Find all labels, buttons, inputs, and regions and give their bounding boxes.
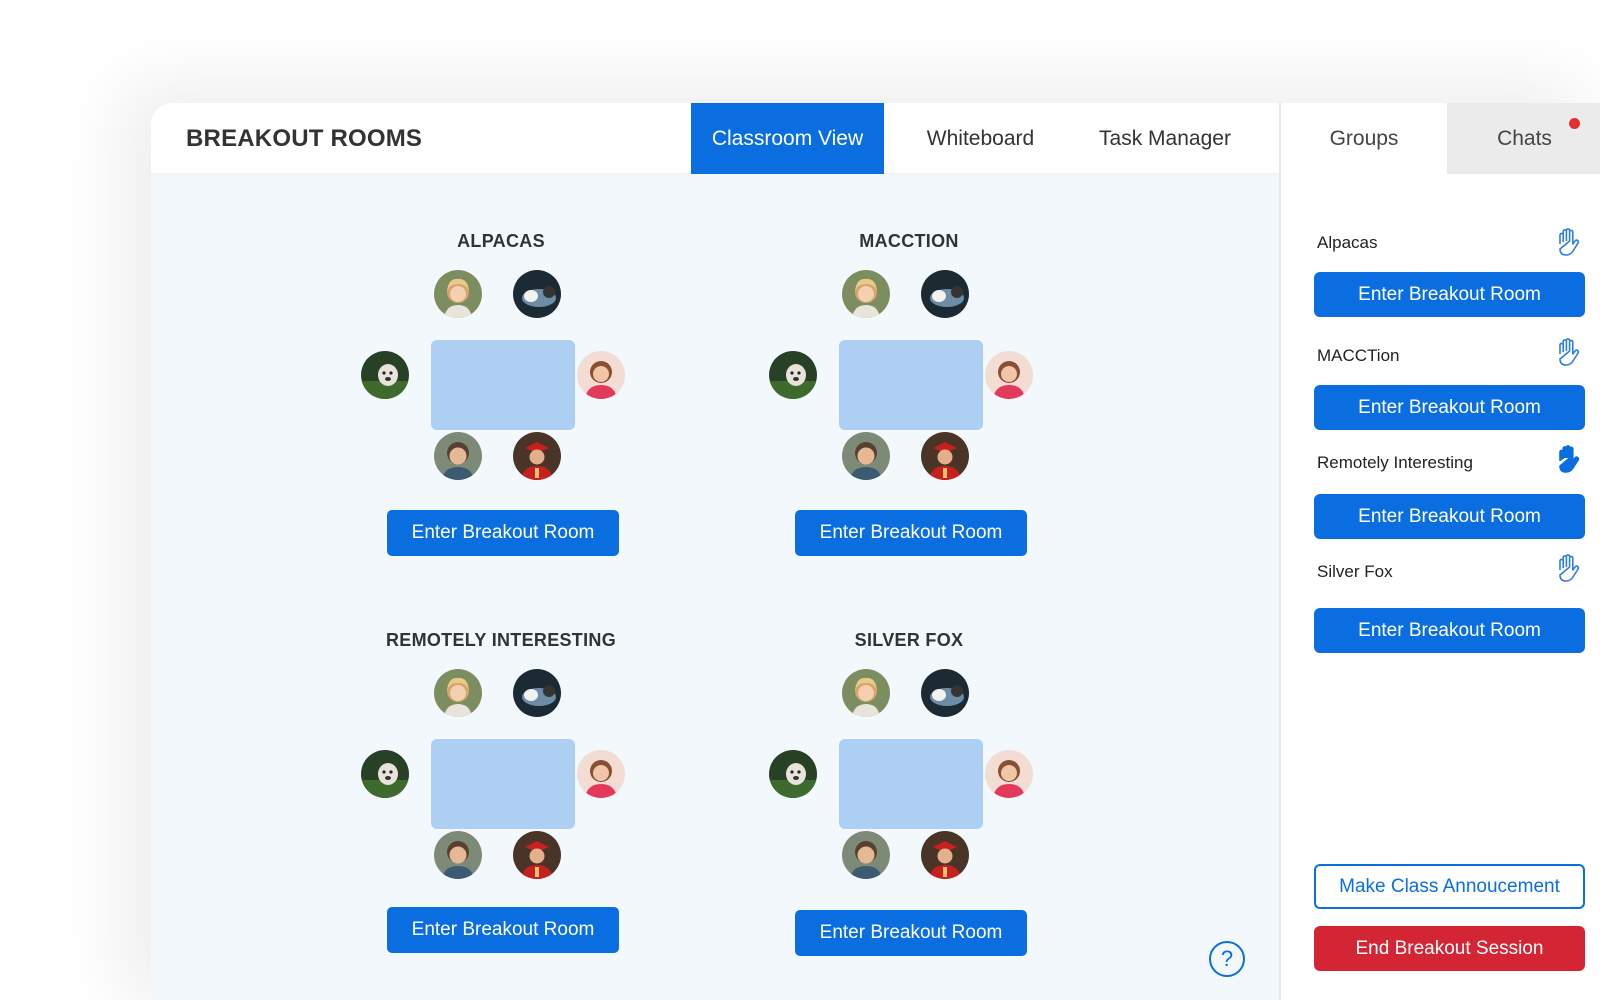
- room-card-silver-fox: SILVER FOX Enter Breakout Room: [759, 630, 1059, 990]
- raise-hand-icon[interactable]: [1554, 444, 1582, 474]
- raise-hand-icon[interactable]: [1554, 553, 1582, 583]
- enter-breakout-room-button[interactable]: Enter Breakout Room: [795, 510, 1027, 556]
- group-name-alpacas: Alpacas: [1317, 233, 1378, 252]
- room-table: [431, 340, 575, 430]
- make-class-announcement-button[interactable]: Make Class Annoucement: [1314, 864, 1585, 909]
- room-card-alpacas: ALPACAS Enter Breakout Room: [351, 231, 651, 591]
- avatar-student-graduate: [513, 432, 561, 480]
- avatar-student-girl-blonde: [842, 270, 890, 318]
- avatar-student-girl-blonde: [434, 669, 482, 717]
- tab-whiteboard[interactable]: Whiteboard: [884, 103, 1077, 174]
- app-window: BREAKOUT ROOMS Classroom View Whiteboard…: [151, 103, 1600, 1000]
- room-title: REMOTELY INTERESTING: [385, 630, 617, 650]
- tab-task-manager[interactable]: Task Manager: [1077, 103, 1253, 174]
- raise-hand-icon[interactable]: [1554, 337, 1582, 367]
- avatar-student-girl-blonde: [842, 669, 890, 717]
- enter-breakout-room-button[interactable]: Enter Breakout Room: [1314, 385, 1585, 430]
- tab-chats[interactable]: Chats: [1447, 103, 1600, 174]
- avatar-student-graduate: [921, 831, 969, 879]
- avatar-student-dog-blue: [921, 669, 969, 717]
- room-title: SILVER FOX: [854, 630, 964, 650]
- help-icon[interactable]: ?: [1209, 941, 1245, 977]
- enter-breakout-room-button[interactable]: Enter Breakout Room: [1314, 272, 1585, 317]
- room-table: [431, 739, 575, 829]
- avatar-student-girl-red: [985, 351, 1033, 399]
- avatar-student-graduate: [513, 831, 561, 879]
- avatar-student-boy: [842, 432, 890, 480]
- avatar-student-girl-blonde: [434, 270, 482, 318]
- tab-chats-label: Chats: [1497, 126, 1552, 150]
- avatar-student-boy: [842, 831, 890, 879]
- tab-groups[interactable]: Groups: [1281, 103, 1447, 174]
- page-title: BREAKOUT ROOMS: [186, 125, 423, 152]
- group-name-maccion: MACCTion: [1317, 346, 1400, 365]
- room-card-maccion: MACCTION Enter Breakout Room: [759, 231, 1059, 591]
- avatar-student-girl-red: [577, 750, 625, 798]
- classroom-view: ALPACAS Enter Breakout Room MACCTION Ent…: [151, 174, 1279, 1000]
- avatar-student-puppy: [769, 750, 817, 798]
- avatar-student-boy: [434, 831, 482, 879]
- enter-breakout-room-button[interactable]: Enter Breakout Room: [1314, 608, 1585, 653]
- avatar-student-girl-red: [985, 750, 1033, 798]
- avatar-student-dog-blue: [921, 270, 969, 318]
- tab-classroom-view[interactable]: Classroom View: [691, 103, 884, 174]
- room-title: MACCTION: [859, 231, 959, 251]
- enter-breakout-room-button[interactable]: Enter Breakout Room: [387, 907, 619, 953]
- enter-breakout-room-button[interactable]: Enter Breakout Room: [387, 510, 619, 556]
- avatar-student-boy: [434, 432, 482, 480]
- avatar-student-girl-red: [577, 351, 625, 399]
- avatar-student-puppy: [361, 351, 409, 399]
- room-table: [839, 340, 983, 430]
- avatar-student-graduate: [921, 432, 969, 480]
- avatar-student-dog-blue: [513, 270, 561, 318]
- enter-breakout-room-button[interactable]: Enter Breakout Room: [1314, 494, 1585, 539]
- room-table: [839, 739, 983, 829]
- avatar-student-puppy: [361, 750, 409, 798]
- group-name-silver-fox: Silver Fox: [1317, 562, 1393, 581]
- sidebar: Groups Chats Alpacas Enter Breakout Room…: [1279, 103, 1600, 1000]
- group-name-remotely-interesting: Remotely Interesting: [1317, 453, 1473, 472]
- room-card-remotely-interesting: REMOTELY INTERESTING Enter Breakout Room: [351, 630, 651, 990]
- end-breakout-session-button[interactable]: End Breakout Session: [1314, 926, 1585, 971]
- avatar-student-dog-blue: [513, 669, 561, 717]
- raise-hand-icon[interactable]: [1554, 227, 1582, 257]
- header: BREAKOUT ROOMS Classroom View Whiteboard…: [151, 103, 1279, 174]
- enter-breakout-room-button[interactable]: Enter Breakout Room: [795, 910, 1027, 956]
- room-title: ALPACAS: [457, 231, 545, 251]
- avatar-student-puppy: [769, 351, 817, 399]
- notification-dot: [1569, 118, 1580, 129]
